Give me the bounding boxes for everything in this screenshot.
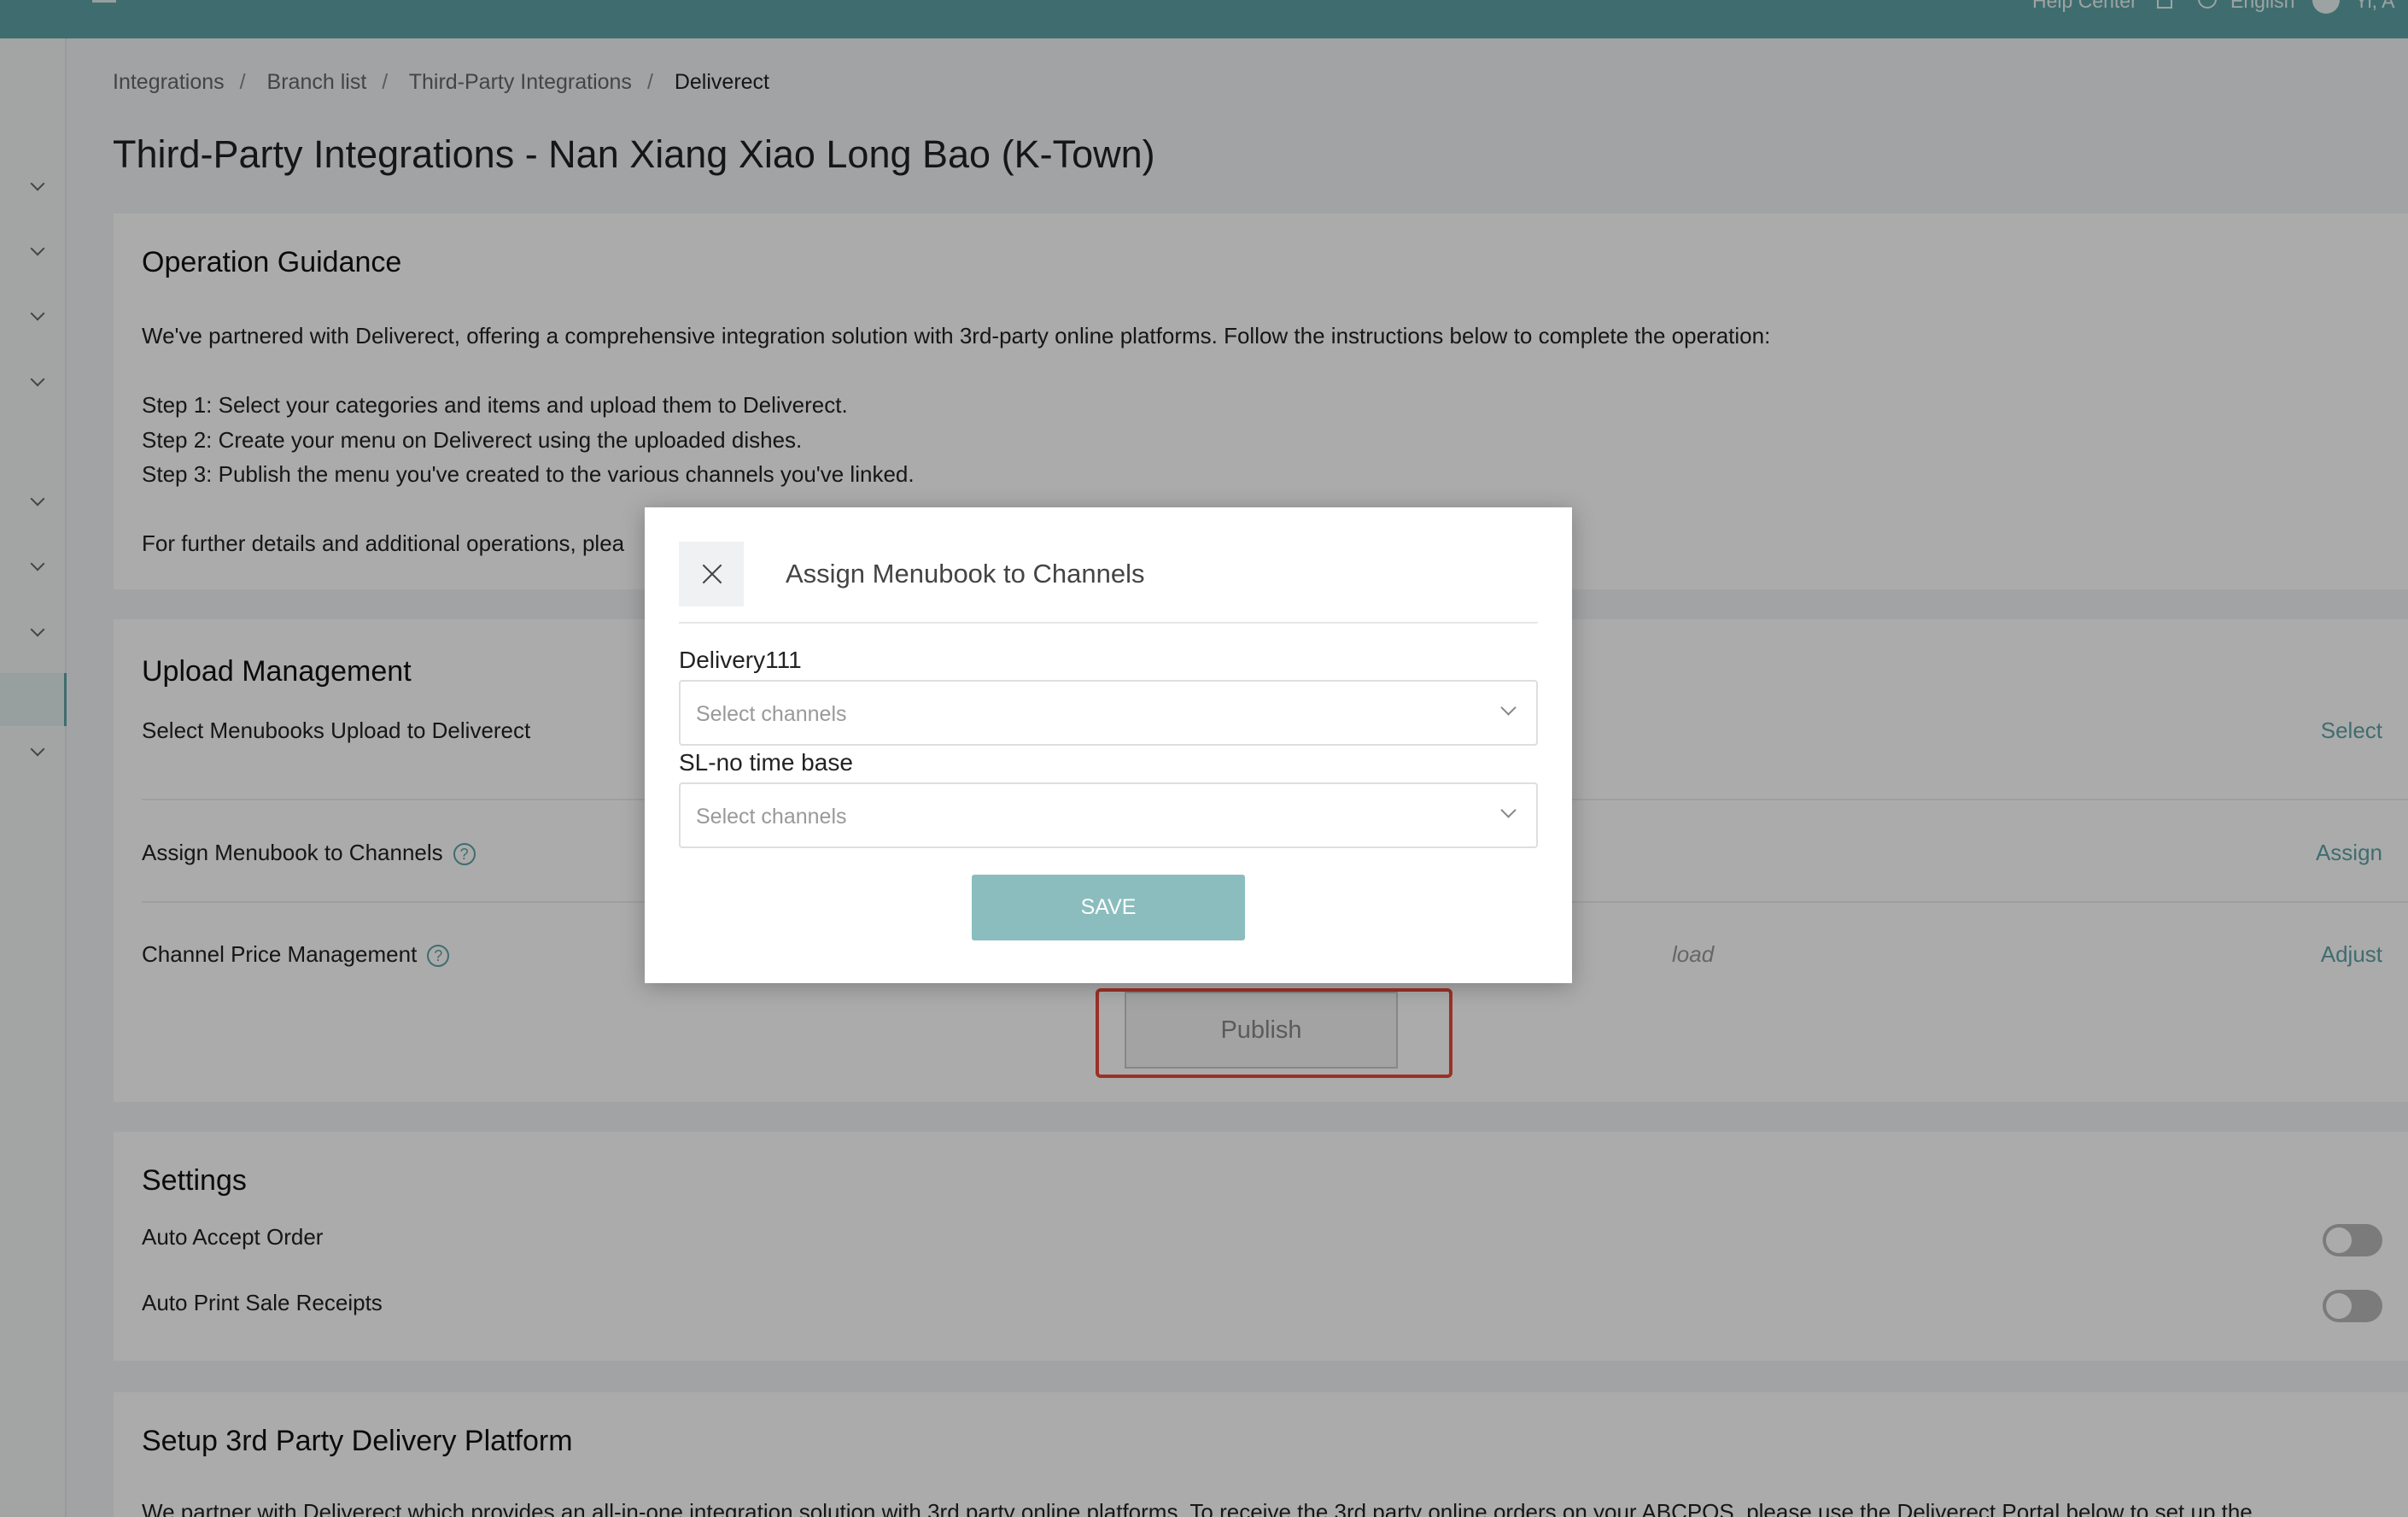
save-button[interactable]: SAVE [972,875,1245,940]
chevron-down-icon [1500,802,1517,818]
modal-title: Assign Menubook to Channels [786,559,1145,589]
close-icon[interactable] [679,542,744,606]
select-placeholder: Select channels [696,805,847,829]
sl-no-time-base-channel-select[interactable]: Select channels [679,782,1538,848]
sl-no-time-base-label: SL-no time base [679,749,853,776]
delivery111-label: Delivery111 [679,647,802,673]
assign-menubook-modal: Assign Menubook to Channels Delivery111 … [645,507,1572,983]
modal-divider [679,622,1538,624]
chevron-down-icon [1500,700,1517,716]
delivery111-channel-select[interactable]: Select channels [679,680,1538,746]
select-placeholder: Select channels [696,702,847,726]
